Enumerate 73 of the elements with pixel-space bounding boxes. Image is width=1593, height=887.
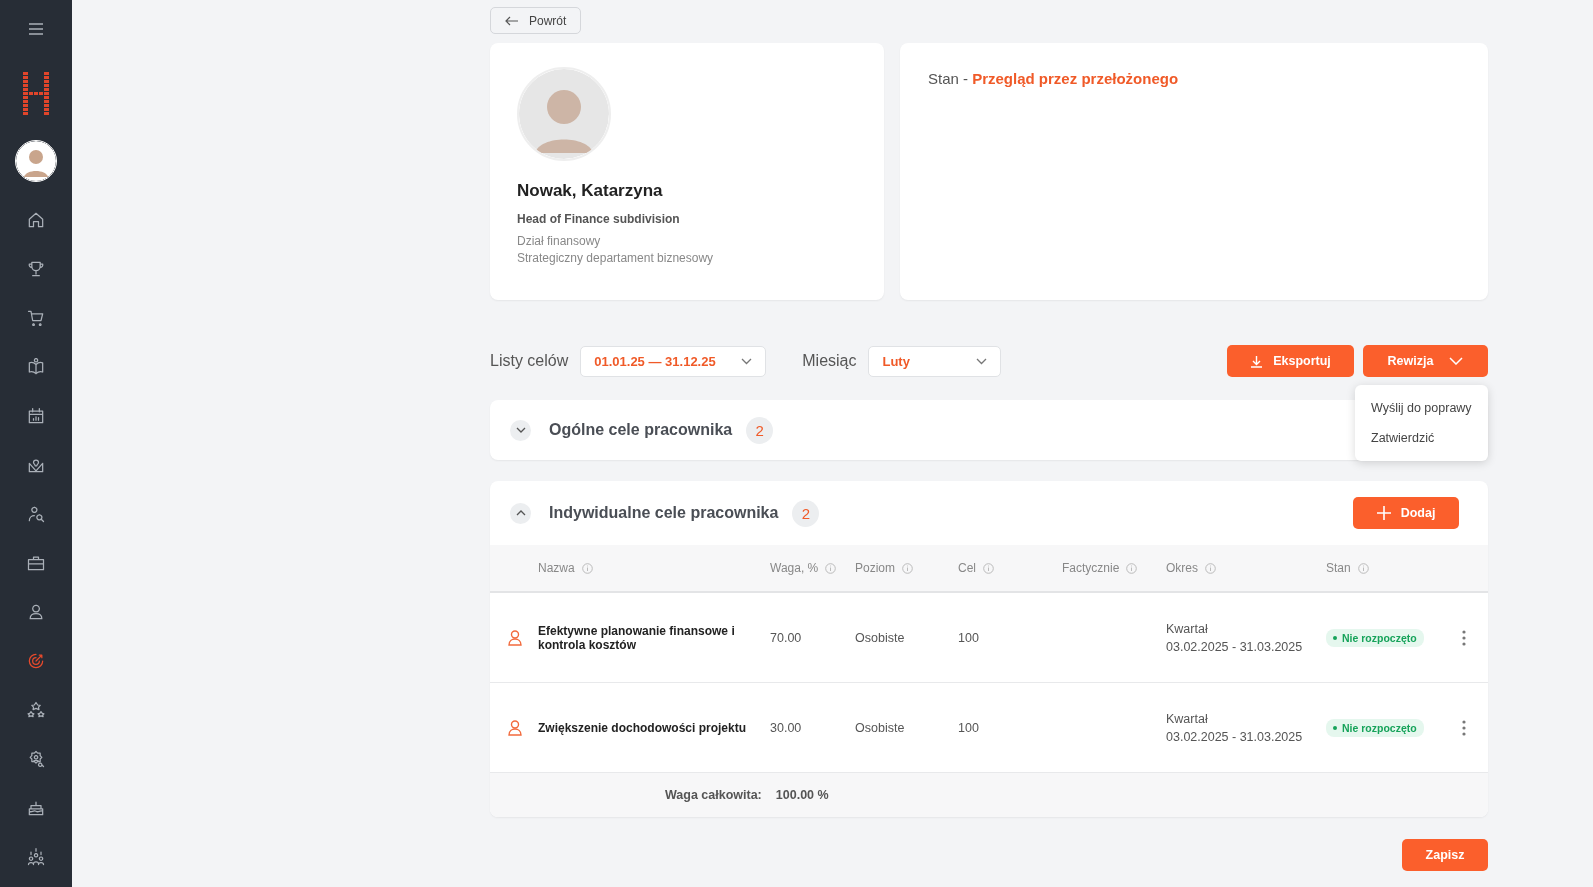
filter-label: Listy celów (490, 352, 569, 370)
arrow-left-icon (505, 15, 519, 26)
person-icon (508, 719, 522, 736)
download-icon (1250, 354, 1264, 368)
team-icon (26, 847, 46, 867)
info-icon (1126, 562, 1138, 574)
status-badge: Nie rozpoczęto (1326, 718, 1424, 737)
calendar-icon (26, 406, 46, 426)
goal-name[interactable]: Zwiększenie dochodowości projektu (538, 720, 770, 735)
count-badge: 2 (746, 416, 774, 444)
chevron-down-icon (741, 357, 753, 365)
info-icon (581, 562, 593, 574)
employee-position: Head of Finance subdivision (517, 212, 681, 226)
menu-icon[interactable] (28, 22, 44, 36)
chevron-down-icon (976, 357, 988, 365)
select-field[interactable]: 01.01.25 — 31.12.25 (580, 345, 767, 377)
home-icon (26, 210, 46, 230)
target-icon (26, 651, 46, 671)
review-button[interactable]: Rewizja (1363, 345, 1488, 377)
total-label: Waga całkowita: (665, 788, 762, 802)
table-cell-text: 100 (958, 720, 980, 735)
employee-name: Nowak, Katarzyna (517, 181, 664, 201)
book-icon (26, 357, 46, 377)
more-icon[interactable] (1462, 629, 1466, 646)
more-icon[interactable] (1462, 719, 1466, 736)
employee-division: Strategiczny departament biznesowy (517, 251, 715, 265)
table-cell-text: Osobiste (855, 720, 906, 735)
column-header: Nazwa (538, 561, 770, 575)
total-value: 100.00 % (775, 788, 829, 802)
period-dates: 03.02.2025 - 31.03.2025 (1166, 639, 1304, 654)
table-cell-text: 100 (958, 630, 980, 645)
info-icon (902, 562, 913, 574)
person-icon (508, 629, 522, 646)
column-header: Stan (1326, 561, 1440, 575)
save-button[interactable]: Zapisz (1402, 839, 1488, 871)
export-button[interactable]: Eksportuj (1227, 345, 1354, 377)
back-button[interactable]: Powrót (490, 7, 582, 34)
menu-item[interactable]: Zatwierdzić (1355, 423, 1488, 453)
status-value: Przegląd przez przełożonego (972, 70, 1179, 87)
section-title: Indywidualne cele pracownika (549, 504, 779, 522)
table-cell-text: 70.00 (770, 630, 803, 645)
table-cell-text: Osobiste (855, 630, 906, 645)
employee-department: Dział finansowy (517, 234, 602, 248)
info-icon (1357, 562, 1369, 574)
column-header: Waga, % (770, 561, 855, 575)
period-type: Kwartał (1166, 621, 1209, 636)
column-header: Cel (958, 561, 1062, 575)
chevron-down-icon (1449, 357, 1464, 365)
table-cell-text: 30.00 (770, 720, 803, 735)
menu-item[interactable]: Wyślij do poprawy (1355, 393, 1488, 423)
plus-icon (1376, 506, 1391, 520)
info-icon (1205, 562, 1216, 574)
period-type: Kwartał (1166, 711, 1209, 726)
column-header: Okres (1166, 561, 1326, 575)
filter-label: Miesiąc (802, 352, 857, 370)
column-header: Poziom (855, 561, 958, 575)
goal-name[interactable]: Efektywne planowanie finansowe i kontrola kosztów (538, 623, 770, 652)
cart-icon (26, 308, 46, 328)
status-label: Stan - (928, 70, 970, 87)
info-icon (983, 562, 994, 574)
user-search-icon (26, 504, 46, 524)
info-icon (825, 562, 837, 574)
status-badge: Nie rozpoczęto (1326, 628, 1424, 647)
period-dates: 03.02.2025 - 31.03.2025 (1166, 729, 1304, 744)
section-title: Ogólne cele pracownika (549, 421, 733, 439)
select-field[interactable]: Luty (868, 345, 1002, 377)
user-avatar[interactable] (15, 140, 57, 182)
column-header: Factycznie (1062, 561, 1166, 575)
stars-icon (26, 700, 46, 720)
trophy-icon (26, 259, 46, 279)
add-button[interactable]: Dodaj (1353, 497, 1459, 529)
logo-icon (21, 70, 51, 116)
count-badge: 2 (792, 499, 820, 527)
